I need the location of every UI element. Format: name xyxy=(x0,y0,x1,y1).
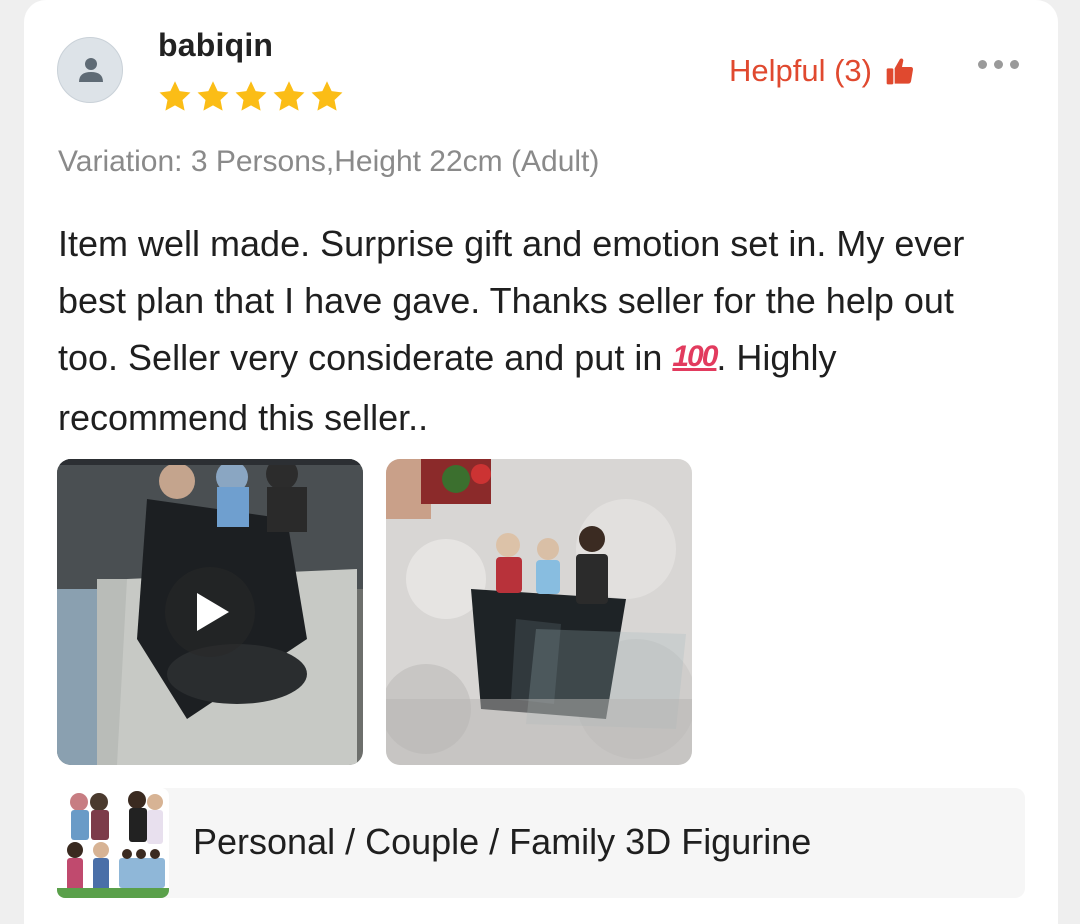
more-options-button[interactable] xyxy=(978,60,1019,69)
helpful-label: Helpful (3) xyxy=(729,53,872,88)
user-icon xyxy=(79,58,103,82)
review-text: Item well made. Surprise gift and emotio… xyxy=(58,215,1018,446)
more-icon xyxy=(1010,60,1019,69)
star-icon xyxy=(273,81,305,111)
product-thumbnail xyxy=(57,788,169,898)
product-name[interactable]: Personal / Couple / Family 3D Figurine xyxy=(193,821,811,863)
hundred-points-emoji-icon: 100 xyxy=(672,340,718,373)
thumbs-up-icon xyxy=(886,58,913,85)
star-icon xyxy=(311,81,343,111)
play-icon xyxy=(197,593,229,631)
review-photo-image xyxy=(386,459,692,765)
avatar[interactable] xyxy=(57,37,123,103)
star-icon xyxy=(159,81,191,111)
review-video-thumbnail[interactable] xyxy=(57,459,363,765)
more-icon xyxy=(994,60,1003,69)
product-image xyxy=(57,788,169,898)
reviewer-name: babiqin xyxy=(158,27,274,63)
review-photo-thumbnail[interactable] xyxy=(386,459,692,765)
more-icon xyxy=(978,60,987,69)
star-rating xyxy=(157,79,345,115)
star-icon xyxy=(197,81,229,111)
product-card[interactable]: Personal / Couple / Family 3D Figurine xyxy=(57,788,1025,898)
variation-text: Variation: 3 Persons,Height 22cm (Adult) xyxy=(58,145,600,178)
play-button[interactable] xyxy=(165,567,255,657)
star-icon xyxy=(235,81,267,111)
helpful-button[interactable]: Helpful (3) xyxy=(729,51,916,91)
